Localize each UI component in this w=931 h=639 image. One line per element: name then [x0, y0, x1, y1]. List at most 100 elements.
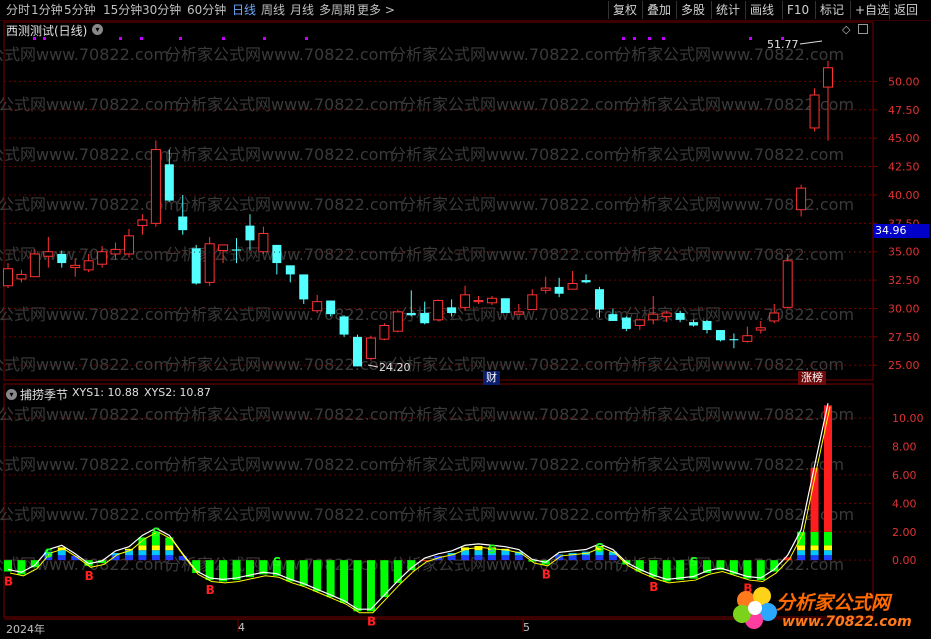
xys2-value: XYS2: 10.87	[144, 386, 211, 399]
candle-body-up	[796, 187, 807, 211]
event-marker	[119, 37, 122, 40]
watermark-text: 分析家公式网www.70822.com	[390, 355, 619, 374]
watermark-text: 分析家公式网www.70822.com	[175, 405, 404, 424]
finance-tag[interactable]: 财	[483, 371, 500, 385]
watermark-text: 分析家公式网www.70822.com	[0, 145, 169, 164]
price-tick-label: 27.50	[888, 331, 920, 344]
candle-body-down	[406, 313, 416, 316]
indicator-bar-stack	[824, 555, 832, 561]
candle-body-up	[150, 149, 161, 224]
candle-body-down	[299, 274, 309, 300]
candle-body-down	[715, 330, 725, 341]
indicator-tick-label: 10.00	[892, 412, 924, 425]
price-tick-label: 50.00	[888, 75, 920, 88]
indicator-tick-label: 6.00	[892, 469, 917, 482]
indicator-bar-stack	[124, 555, 133, 561]
candle-body-down	[702, 320, 712, 331]
event-marker	[263, 37, 266, 40]
panel-toggle-icon[interactable]	[858, 24, 868, 34]
watermark-text: 分析家公式网www.70822.com	[625, 95, 854, 114]
xys1-value: XYS1: 10.88	[72, 386, 139, 399]
candle-body-up	[83, 260, 94, 271]
watermark-text: 分析家公式网www.70822.com	[400, 505, 629, 524]
candle-body-down	[420, 313, 430, 324]
indicator-bar-stack	[810, 531, 819, 546]
high-arrow	[799, 40, 823, 45]
watermark-text: 分析家公式网www.70822.com	[615, 45, 844, 64]
candle-body-down	[729, 339, 739, 341]
buy-signal: B	[85, 569, 94, 583]
indicator-bar-stack	[138, 550, 147, 556]
candle-body-down	[232, 249, 242, 251]
indicator-bar-stack	[165, 545, 174, 551]
watermark-text: 分析家公式网www.70822.com	[625, 195, 854, 214]
event-marker	[305, 37, 308, 40]
candle-body-down	[326, 300, 336, 315]
watermark-text: 分析家公式网www.70822.com	[625, 405, 854, 424]
candle-body-up	[742, 335, 753, 342]
candle-body-up	[473, 300, 484, 303]
indicator-bar-stack	[824, 531, 832, 546]
price-tick-label: 32.50	[888, 274, 920, 287]
sell-signal: S	[152, 525, 161, 539]
watermark-text: 分析家公式网www.70822.com	[165, 45, 394, 64]
candle-body-down	[554, 286, 564, 294]
candle-body-up	[648, 313, 659, 321]
sell-signal: S	[44, 547, 53, 561]
watermark-text: 分析家公式网www.70822.com	[175, 505, 404, 524]
candle-body-up	[486, 297, 497, 304]
indicator-bar-stack	[474, 550, 483, 556]
indicator-settings-icon[interactable]: ▾	[6, 389, 17, 400]
watermark-text: 分析家公式网www.70822.com	[400, 195, 629, 214]
candle-body-up	[3, 268, 13, 287]
candle-body-down	[245, 225, 255, 241]
event-marker	[662, 37, 665, 40]
candle-body-up	[527, 294, 538, 311]
price-tick-label: 45.00	[888, 132, 920, 145]
candle-body-down	[621, 317, 631, 329]
indicator-bar-stack	[501, 550, 510, 556]
candle-body-up	[433, 300, 444, 321]
indicator-bar-stack	[582, 555, 591, 561]
candle-body-up	[809, 94, 820, 129]
watermark-text: 分析家公式网www.70822.com	[390, 45, 619, 64]
indicator-bar-green	[326, 560, 335, 598]
candle-body-down	[178, 216, 188, 231]
indicator-bar-stack	[797, 555, 806, 561]
candle-body-down	[608, 314, 618, 321]
indicator-bar-stack	[797, 550, 806, 556]
chart-settings-icon[interactable]: ▾	[92, 24, 103, 35]
diamond-icon[interactable]: ◇	[842, 23, 850, 36]
indicator-bar-stack	[514, 555, 523, 561]
buy-signal: B	[649, 580, 658, 594]
watermark-text: 分析家公式网www.70822.com	[0, 95, 179, 114]
candle-body-down	[500, 298, 510, 314]
indicator-bar-stack	[151, 555, 160, 561]
stock-title: 西测测试(日线)	[6, 24, 88, 38]
buy-signal: B	[367, 614, 376, 628]
indicator-bar-green	[313, 560, 322, 592]
indicator-bar-stack	[568, 555, 577, 561]
indicator-bar-stack	[595, 555, 604, 561]
candle-body-down	[581, 280, 591, 283]
candle-body-up	[16, 273, 27, 280]
event-marker	[648, 37, 651, 40]
watermark-text: 分析家公式网www.70822.com	[390, 455, 619, 474]
watermark-text: 分析家公式网www.70822.com	[625, 305, 854, 324]
candle-body-down	[285, 265, 295, 275]
watermark-text: 分析家公式网www.70822.com	[165, 145, 394, 164]
sell-signal: S	[690, 555, 699, 569]
price-tick-label: 35.00	[888, 246, 920, 259]
candle-body-down	[689, 322, 699, 326]
watermark-text: 分析家公式网www.70822.com	[400, 405, 629, 424]
indicator-bar-green	[340, 560, 349, 603]
candle-body-down	[594, 289, 604, 310]
limit-up-tag[interactable]: 涨榜	[798, 371, 826, 385]
buy-signal: B	[542, 567, 551, 581]
event-marker	[633, 37, 636, 40]
logo-url: www.70822.com	[782, 614, 912, 630]
indicator-bar-stack	[138, 555, 147, 561]
candle-body-down	[675, 313, 685, 320]
indicator-bar-stack	[501, 555, 510, 561]
candle-body-up	[43, 251, 54, 257]
